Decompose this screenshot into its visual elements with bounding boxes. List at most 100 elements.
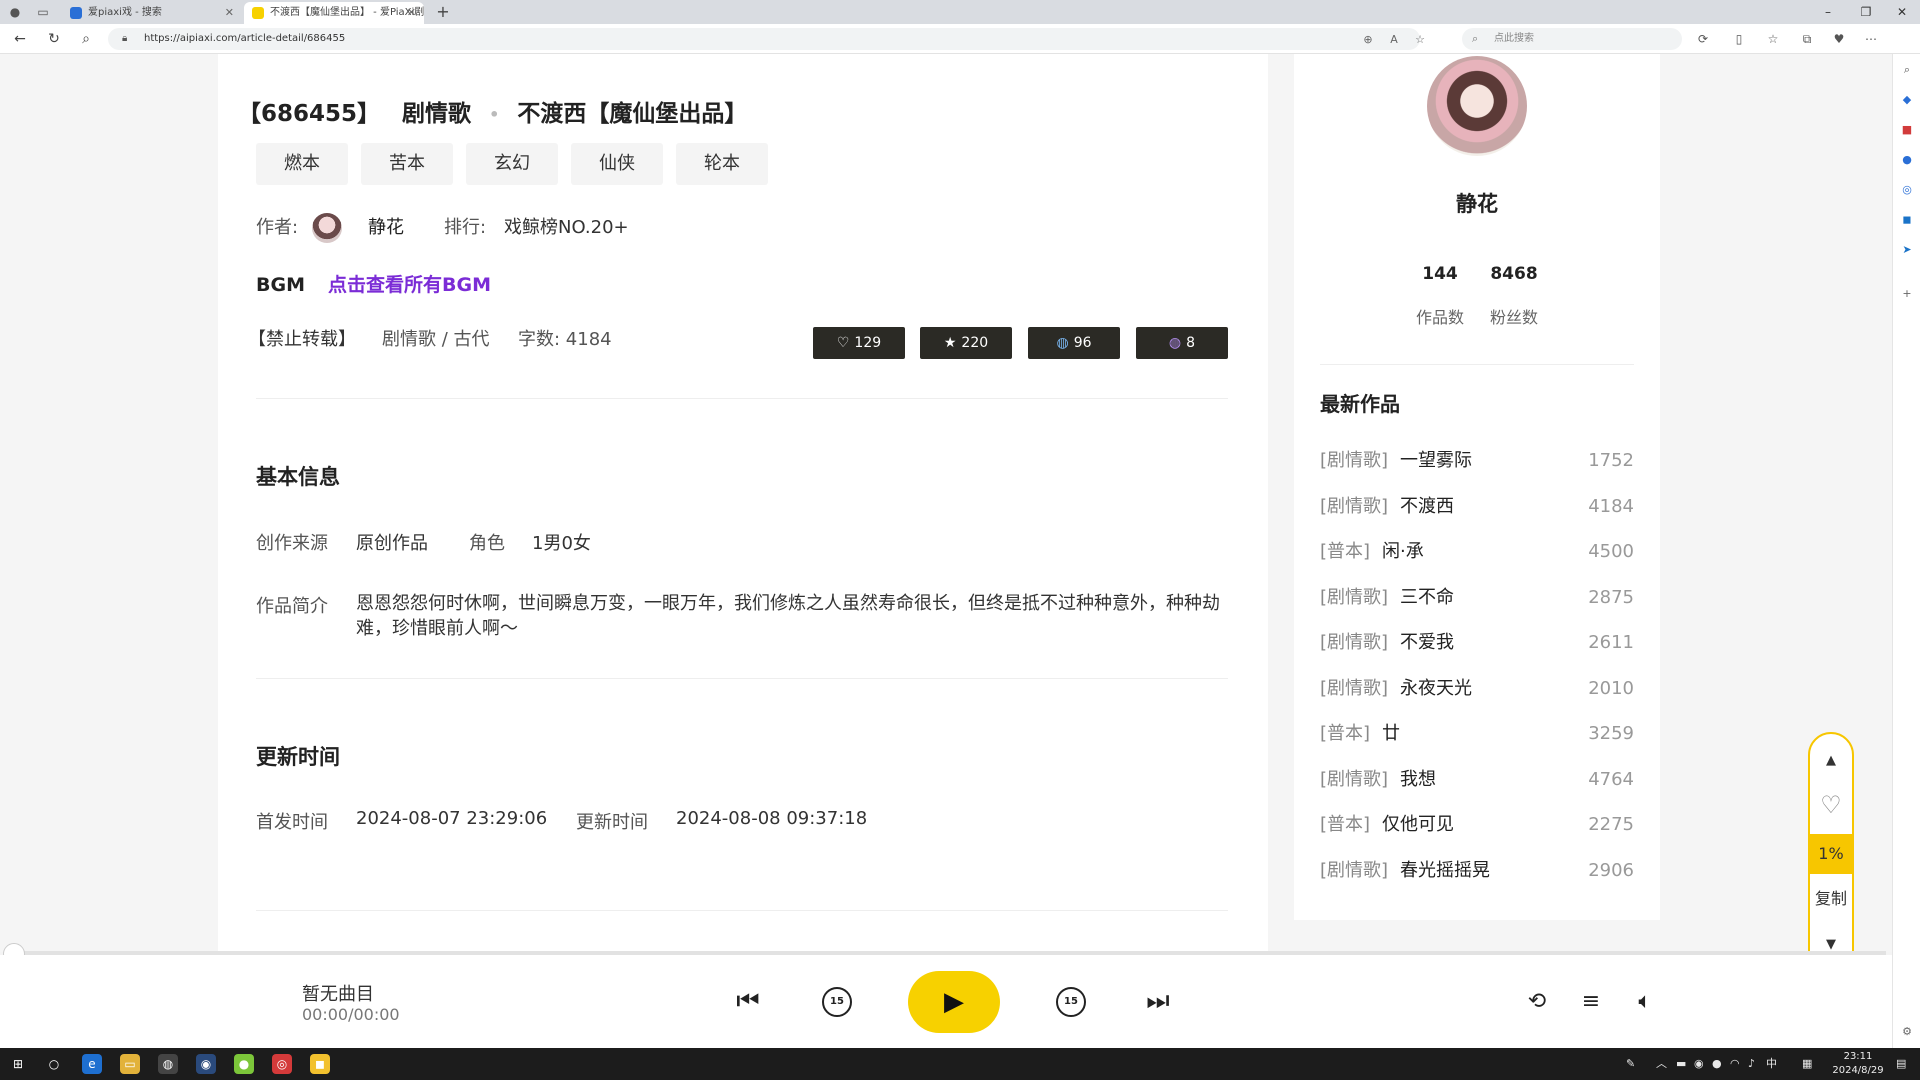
taskbar-clock[interactable]: 23:11 2024/8/29 xyxy=(1828,1050,1888,1078)
tag-item[interactable]: 玄幻 xyxy=(466,143,558,185)
add-icon[interactable]: + xyxy=(1899,286,1915,302)
start-icon[interactable]: ⊞ xyxy=(8,1054,28,1074)
work-title[interactable]: 一望雾际 xyxy=(1400,446,1472,476)
work-title[interactable]: 永夜天光 xyxy=(1400,674,1472,704)
tab-article[interactable]: 不渡西【魔仙堡出品】 - 爱PiaXi剧本 ✕ xyxy=(244,2,424,24)
new-tab-button[interactable]: + xyxy=(432,2,454,22)
previous-track-icon[interactable]: ⏮ xyxy=(730,955,766,1048)
notification-icon[interactable]: ▤ xyxy=(1896,1048,1906,1080)
netease-music-icon[interactable]: ◎ xyxy=(272,1054,292,1074)
tray-ime-label[interactable]: 中 xyxy=(1766,1048,1777,1080)
gift-count-button[interactable]: ◍ 8 xyxy=(1136,327,1228,359)
close-window-icon[interactable]: ✕ xyxy=(1884,0,1920,24)
toolbar-search-box[interactable]: ⌕ 点此搜索 xyxy=(1462,28,1682,50)
tag-item[interactable]: 苦本 xyxy=(361,143,453,185)
split-screen-icon[interactable]: ▯ xyxy=(1730,30,1748,48)
edge-icon[interactable]: e xyxy=(82,1054,102,1074)
office-icon[interactable]: ◎ xyxy=(1899,182,1915,198)
person-icon[interactable]: ● xyxy=(1899,152,1915,168)
work-title[interactable]: 不爱我 xyxy=(1400,628,1454,658)
app-yellow-icon[interactable]: ◼ xyxy=(310,1054,330,1074)
send-icon[interactable]: ➤ xyxy=(1899,242,1915,258)
tab-actions-icon[interactable]: ▭ xyxy=(34,3,52,21)
latest-work-item[interactable]: [普本] 仅他可见 2275 xyxy=(1320,810,1634,840)
tag-item[interactable]: 燃本 xyxy=(256,143,348,185)
url-text[interactable]: https://aipiaxi.com/article-detail/68645… xyxy=(144,28,345,50)
play-button[interactable]: ▶ xyxy=(908,971,1000,1033)
tray-app-icon[interactable]: ● xyxy=(1712,1048,1722,1080)
shopping-icon[interactable]: ◆ xyxy=(1899,92,1915,108)
playlist-icon[interactable]: ≡ xyxy=(1576,955,1606,1048)
zoom-icon[interactable]: ⊕ xyxy=(1360,32,1376,48)
app-green-icon[interactable]: ● xyxy=(234,1054,254,1074)
latest-work-item[interactable]: [普本] 闲·承 4500 xyxy=(1320,537,1634,567)
tray-chevron-icon[interactable]: ︿ xyxy=(1656,1048,1667,1080)
latest-work-item[interactable]: [剧情歌] 不爱我 2611 xyxy=(1320,628,1634,658)
work-title[interactable]: 廿 xyxy=(1382,719,1400,749)
work-title[interactable]: 闲·承 xyxy=(1382,537,1424,567)
back-icon[interactable]: ← xyxy=(10,29,30,49)
tray-app-icon[interactable]: ◉ xyxy=(1694,1048,1704,1080)
latest-work-item[interactable]: [剧情歌] 三不命 2875 xyxy=(1320,583,1634,613)
steam-icon[interactable]: ◉ xyxy=(196,1054,216,1074)
scroll-up-icon[interactable]: ▲ xyxy=(1810,746,1852,776)
next-track-icon[interactable]: ⏭ xyxy=(1140,955,1176,1048)
tag-item[interactable]: 仙侠 xyxy=(571,143,663,185)
close-tab-icon[interactable]: ✕ xyxy=(407,2,416,24)
work-title[interactable]: 三不命 xyxy=(1400,583,1454,613)
work-title[interactable]: 不渡西 xyxy=(1400,492,1454,522)
extensions-icon[interactable]: ⟳ xyxy=(1694,30,1712,48)
profile-icon[interactable]: ● xyxy=(6,3,24,21)
tag-item[interactable]: 轮本 xyxy=(676,143,768,185)
like-icon[interactable]: ♡ xyxy=(1810,790,1852,820)
author-name-link[interactable]: 静花 xyxy=(368,211,404,245)
restore-icon[interactable]: ❐ xyxy=(1848,0,1884,24)
tray-volume-icon[interactable]: ♪ xyxy=(1748,1048,1755,1080)
settings-icon[interactable]: ⚙ xyxy=(1899,1024,1915,1040)
tray-network-icon[interactable]: ◠ xyxy=(1730,1048,1740,1080)
volume-icon[interactable]: 🔈︎ xyxy=(1630,955,1660,1048)
skip-back-15-icon[interactable]: 15 xyxy=(822,987,852,1017)
collections-icon[interactable]: ⧉ xyxy=(1798,30,1816,48)
like-count-button[interactable]: ♡ 129 xyxy=(813,327,905,359)
work-title[interactable]: 仅他可见 xyxy=(1382,810,1454,840)
search-icon[interactable]: ⌕ xyxy=(1899,62,1915,78)
tab-search[interactable]: 爱piaxi戏 - 搜索 ✕ xyxy=(62,2,242,24)
skip-forward-15-icon[interactable]: 15 xyxy=(1056,987,1086,1017)
work-title[interactable]: 春光摇摇晃 xyxy=(1400,856,1490,886)
favorite-star-icon[interactable]: ☆ xyxy=(1412,32,1428,48)
repeat-icon[interactable]: ⟲ xyxy=(1522,955,1552,1048)
sidebar-author-name[interactable]: 静花 xyxy=(1294,188,1660,218)
globe-count-button[interactable]: ◍ 96 xyxy=(1028,327,1120,359)
search-icon[interactable]: ○ xyxy=(44,1054,64,1074)
more-icon[interactable]: ⋯ xyxy=(1862,30,1880,48)
bgm-link[interactable]: 点击查看所有BGM xyxy=(328,268,491,302)
latest-work-item[interactable]: [普本] 廿 3259 xyxy=(1320,719,1634,749)
latest-work-item[interactable]: [剧情歌] 一望雾际 1752 xyxy=(1320,446,1634,476)
browser-essentials-icon[interactable]: ♥ xyxy=(1830,30,1848,48)
author-large-avatar[interactable] xyxy=(1427,56,1527,156)
tray-keyboard-icon[interactable]: ▦ xyxy=(1802,1048,1812,1080)
favorites-icon[interactable]: ☆ xyxy=(1764,30,1782,48)
url-field[interactable]: 🔒︎ https://aipiaxi.com/article-detail/68… xyxy=(108,28,1425,50)
close-tab-icon[interactable]: ✕ xyxy=(225,2,234,24)
refresh-icon[interactable]: ↻ xyxy=(44,29,64,49)
lock-icon[interactable]: 🔒︎ xyxy=(122,33,132,45)
latest-work-item[interactable]: [剧情歌] 永夜天光 2010 xyxy=(1320,674,1634,704)
tray-app-icon[interactable]: ▬ xyxy=(1676,1048,1686,1080)
latest-work-item[interactable]: [剧情歌] 不渡西 4184 xyxy=(1320,492,1634,522)
work-title[interactable]: 我想 xyxy=(1400,765,1436,795)
outlook-icon[interactable]: ◼ xyxy=(1899,212,1915,228)
tray-pen-icon[interactable]: ✎ xyxy=(1626,1048,1635,1080)
tools-icon[interactable]: ■ xyxy=(1899,122,1915,138)
minimize-icon[interactable]: – xyxy=(1810,0,1846,24)
read-aloud-icon[interactable]: A xyxy=(1386,32,1402,48)
copy-button[interactable]: 复制 xyxy=(1810,884,1852,914)
app-icon[interactable]: ◍ xyxy=(158,1054,178,1074)
latest-work-item[interactable]: [剧情歌] 我想 4764 xyxy=(1320,765,1634,795)
search-icon[interactable]: ⌕ xyxy=(76,29,96,49)
file-explorer-icon[interactable]: ▭ xyxy=(120,1054,140,1074)
author-avatar[interactable] xyxy=(312,213,342,243)
favorite-count-button[interactable]: ★ 220 xyxy=(920,327,1012,359)
latest-work-item[interactable]: [剧情歌] 春光摇摇晃 2906 xyxy=(1320,856,1634,886)
